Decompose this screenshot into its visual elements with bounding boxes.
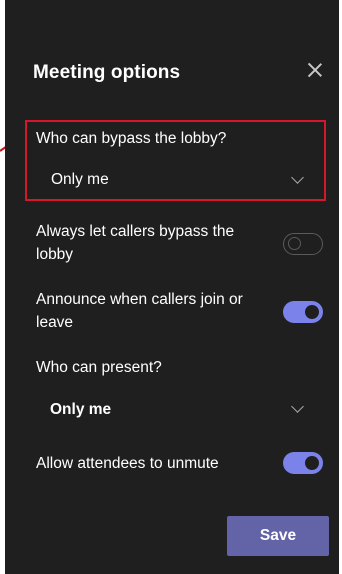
close-icon[interactable] xyxy=(305,60,325,80)
callers-bypass-label: Always let callers bypass the lobby xyxy=(36,220,234,266)
announce-callers-label-line2: leave xyxy=(36,314,74,331)
save-button[interactable]: Save xyxy=(227,516,329,556)
bypass-lobby-label: Who can bypass the lobby? xyxy=(36,130,227,147)
who-can-present-label: Who can present? xyxy=(36,359,162,376)
bypass-lobby-value: Only me xyxy=(51,171,109,188)
announce-callers-label: Announce when callers join or leave xyxy=(36,288,243,334)
who-can-present-value: Only me xyxy=(50,401,112,418)
panel-title: Meeting options xyxy=(33,62,181,83)
toggle-knob xyxy=(305,456,319,470)
attendees-unmute-label: Allow attendees to unmute xyxy=(36,455,219,472)
announce-callers-toggle[interactable] xyxy=(283,301,323,323)
chevron-down-icon xyxy=(291,400,304,413)
toggle-knob xyxy=(305,305,319,319)
toggle-knob xyxy=(288,237,301,250)
who-can-present-dropdown[interactable]: Only me xyxy=(33,396,323,426)
announce-callers-label-line1: Announce when callers join or xyxy=(36,291,243,308)
meeting-options-panel: Meeting options Who can bypass the lobby… xyxy=(5,0,339,574)
bypass-lobby-dropdown[interactable]: Only me xyxy=(33,165,323,195)
callers-bypass-toggle[interactable] xyxy=(283,233,323,255)
chevron-down-icon xyxy=(291,171,304,184)
attendees-unmute-toggle[interactable] xyxy=(283,452,323,474)
callers-bypass-label-line2: lobby xyxy=(36,246,74,263)
callers-bypass-label-line1: Always let callers bypass the xyxy=(36,223,235,240)
